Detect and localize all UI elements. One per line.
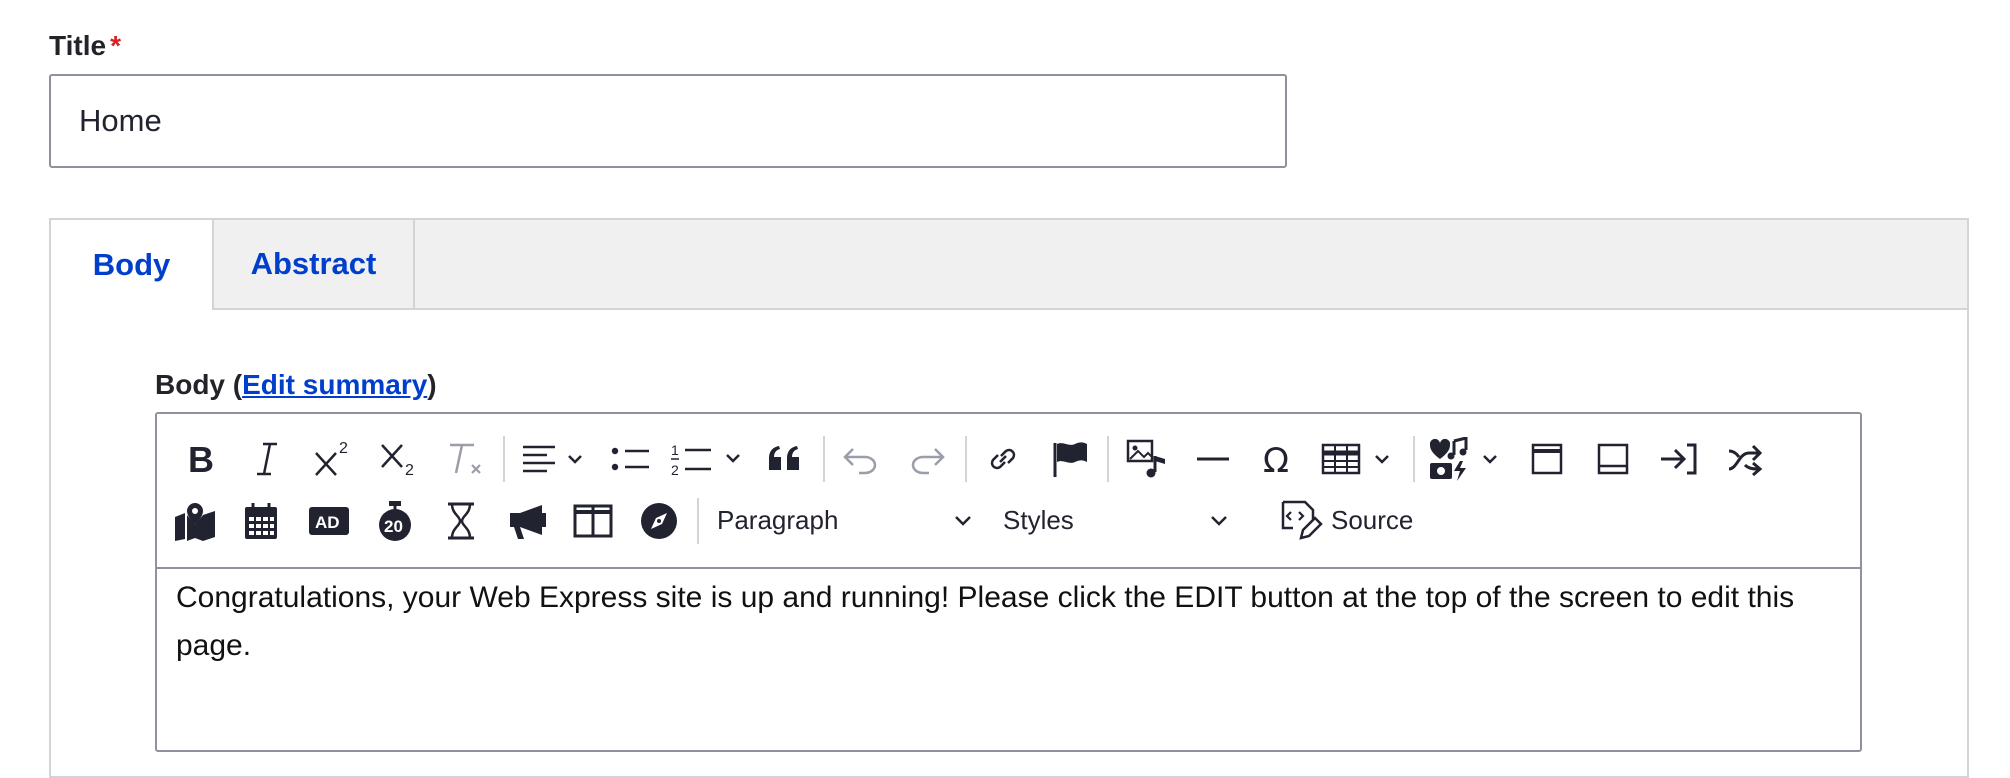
body-label-suffix: ) xyxy=(427,369,437,400)
social-media-icon[interactable] xyxy=(1423,431,1513,487)
tab-body[interactable]: Body xyxy=(51,220,214,310)
columns-icon[interactable] xyxy=(565,493,621,549)
source-button[interactable]: Source xyxy=(1279,492,1429,548)
redo-icon[interactable] xyxy=(899,431,955,487)
source-label: Source xyxy=(1331,504,1414,535)
svg-text:2: 2 xyxy=(405,462,414,479)
ad-icon[interactable]: AD xyxy=(299,493,359,549)
toolbar-separator xyxy=(1107,436,1109,482)
remove-format-icon[interactable] xyxy=(437,431,493,487)
title-input[interactable] xyxy=(49,74,1287,168)
editor-toolbar: B 2 2 12 Ω AD 20 Paragraph Styles Source xyxy=(157,414,1860,569)
required-marker: * xyxy=(110,30,121,61)
bulleted-list-icon[interactable] xyxy=(601,431,661,487)
tab-bar: Body Abstract xyxy=(51,220,1967,310)
body-label-prefix: Body ( xyxy=(155,369,243,400)
title-label-text: Title xyxy=(49,30,107,61)
svg-text:2: 2 xyxy=(671,462,679,478)
blockquote-icon[interactable] xyxy=(757,431,813,487)
compass-icon[interactable] xyxy=(631,493,687,549)
footer-icon[interactable] xyxy=(1585,431,1641,487)
flag-icon[interactable] xyxy=(1041,431,1097,487)
svg-text:Ω: Ω xyxy=(1263,441,1289,477)
map-icon[interactable] xyxy=(167,493,223,549)
title-label: Title * xyxy=(49,30,121,62)
styles-dropdown-value: Styles xyxy=(1003,504,1074,535)
hourglass-icon[interactable] xyxy=(433,493,489,549)
toolbar-separator xyxy=(823,436,825,482)
svg-text:B: B xyxy=(188,441,214,477)
edit-summary-link[interactable]: Edit summary xyxy=(242,369,427,400)
chevron-down-icon xyxy=(1211,516,1227,526)
rich-text-editor: B 2 2 12 Ω AD 20 Paragraph Styles Source… xyxy=(155,412,1862,752)
svg-text:AD: AD xyxy=(315,513,340,532)
svg-text:20: 20 xyxy=(384,517,403,536)
editor-content[interactable]: Congratulations, your Web Express site i… xyxy=(176,574,1820,670)
box-icon[interactable] xyxy=(1519,431,1575,487)
styles-dropdown[interactable]: Styles xyxy=(1003,492,1229,548)
table-icon[interactable] xyxy=(1315,431,1405,487)
calendar-icon[interactable] xyxy=(233,493,289,549)
megaphone-icon[interactable] xyxy=(499,493,555,549)
toolbar-separator xyxy=(965,436,967,482)
login-icon[interactable] xyxy=(1651,431,1707,487)
chevron-down-icon xyxy=(955,516,971,526)
svg-text:2: 2 xyxy=(339,440,348,457)
undo-icon[interactable] xyxy=(833,431,889,487)
heading-dropdown[interactable]: Paragraph xyxy=(717,492,973,548)
heading-dropdown-value: Paragraph xyxy=(717,504,839,535)
source-icon xyxy=(1281,500,1323,540)
tab-abstract[interactable]: Abstract xyxy=(214,220,415,308)
bold-icon[interactable]: B xyxy=(173,431,229,487)
body-label: Body (Edit summary) xyxy=(155,369,437,401)
subscript-icon[interactable]: 2 xyxy=(371,431,427,487)
svg-text:1: 1 xyxy=(671,442,679,458)
numbered-list-icon[interactable]: 12 xyxy=(667,431,751,487)
italic-icon[interactable] xyxy=(239,431,295,487)
countdown-icon[interactable]: 20 xyxy=(367,493,423,549)
special-characters-icon[interactable]: Ω xyxy=(1251,431,1307,487)
media-icon[interactable] xyxy=(1117,431,1177,487)
toolbar-separator xyxy=(697,498,699,544)
toolbar-separator xyxy=(503,436,505,482)
horizontal-line-icon[interactable] xyxy=(1185,431,1241,487)
link-icon[interactable] xyxy=(975,431,1031,487)
share-icon[interactable] xyxy=(1717,431,1773,487)
text-align-icon[interactable] xyxy=(513,431,595,487)
toolbar-separator xyxy=(1413,436,1415,482)
superscript-icon[interactable]: 2 xyxy=(305,431,361,487)
